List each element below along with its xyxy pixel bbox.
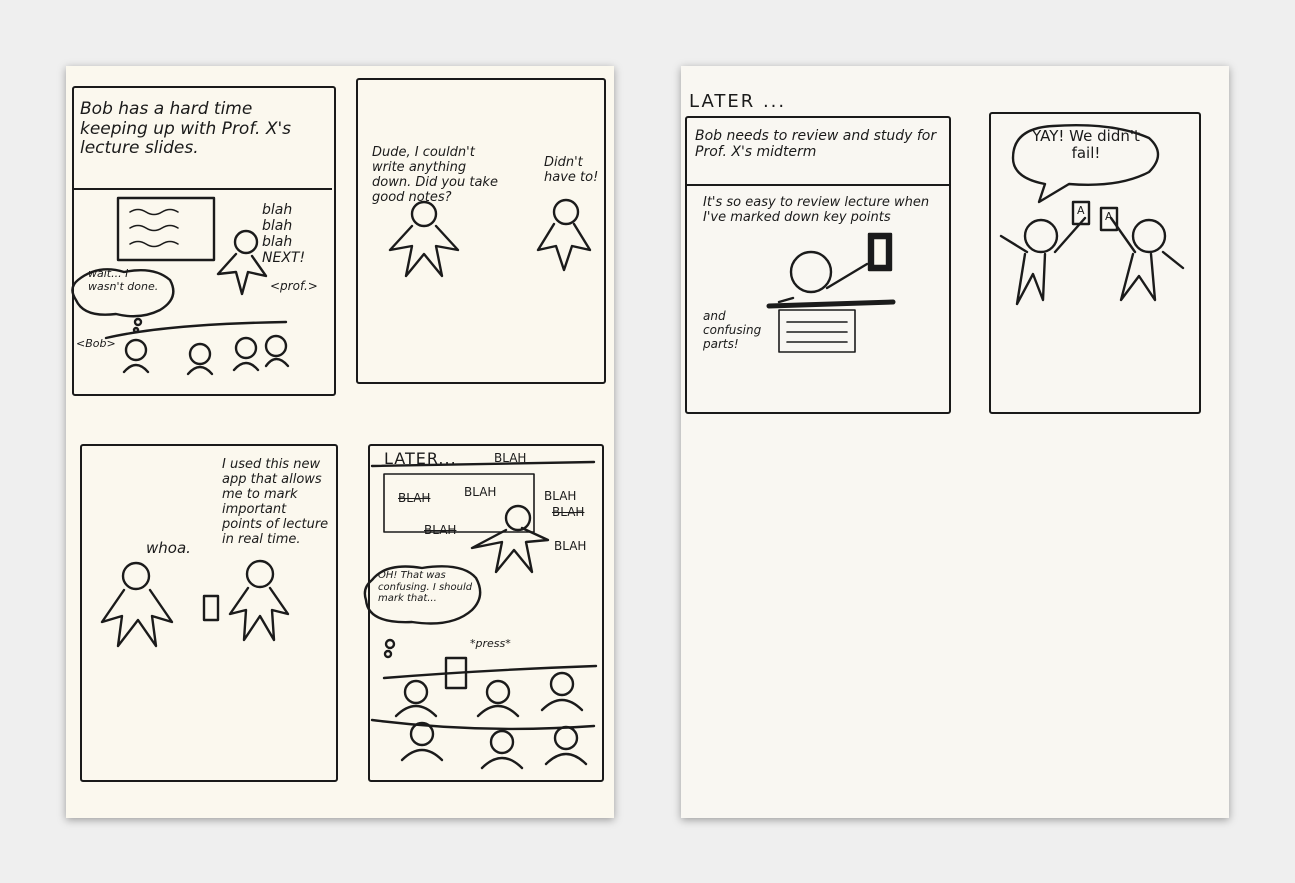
press-sfx: *press* bbox=[470, 637, 511, 650]
grade-letter: A bbox=[1105, 210, 1113, 223]
right-storyboard-sheet: LATER ... Bob needs to review and study … bbox=[681, 66, 1229, 818]
panel-4-drawing bbox=[363, 460, 598, 770]
panel-6-drawing bbox=[999, 124, 1185, 306]
left-storyboard-sheet: Bob has a hard time keeping up with Prof… bbox=[66, 66, 614, 818]
panel-4-thought: OH! That was confusing. I should mark th… bbox=[378, 570, 473, 604]
speech-bubble bbox=[1011, 124, 1160, 204]
lecture-slide bbox=[383, 473, 535, 533]
grade-letter: A bbox=[1077, 204, 1085, 217]
